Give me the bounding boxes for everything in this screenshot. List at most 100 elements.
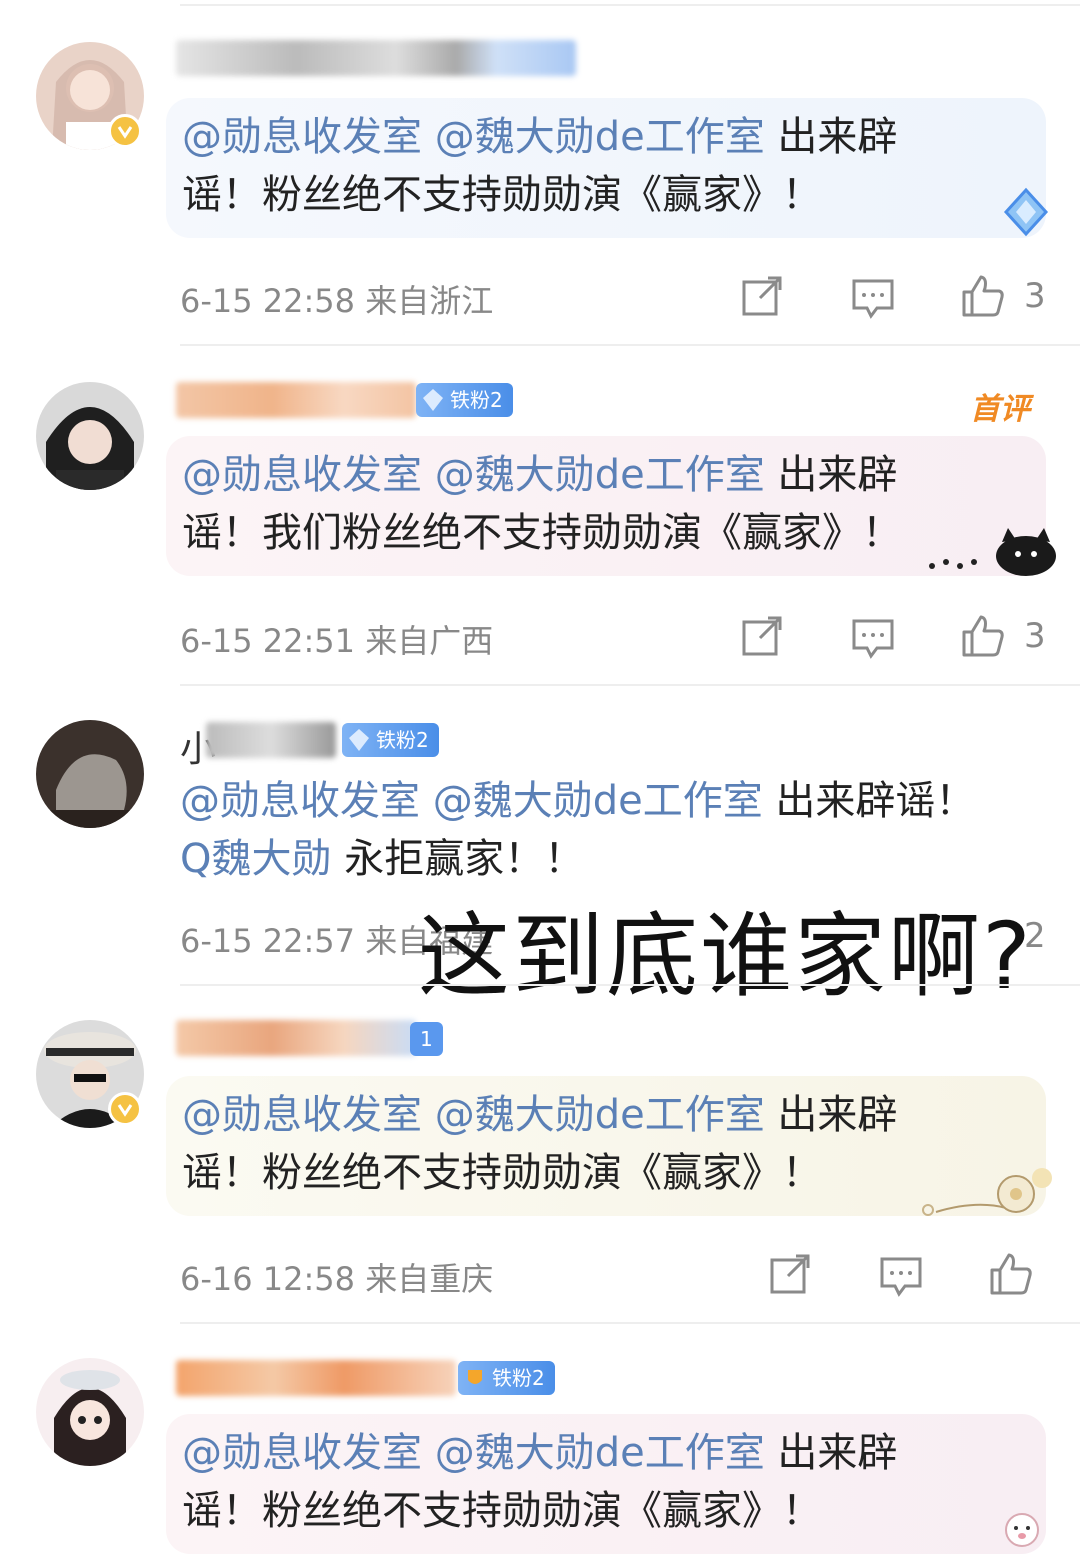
username-blurred[interactable]	[176, 1360, 456, 1396]
timestamp: 6-15 22:58	[180, 282, 356, 320]
fan-level-icon	[423, 389, 443, 411]
overlay-caption: 这到底谁家啊?	[418, 903, 1033, 1010]
mention-link[interactable]: @魏大勋de工作室	[435, 452, 765, 498]
text-span	[422, 1430, 435, 1476]
search-topic-link[interactable]: Q魏大勋	[180, 836, 331, 882]
like-button[interactable]	[961, 614, 1005, 658]
text-span	[422, 114, 435, 160]
comment-bubble: @勋息收发室 @魏大勋de工作室 出来辟 谣！粉丝绝不支持勋勋演《赢家》！	[166, 1414, 1046, 1554]
share-button[interactable]	[768, 1252, 812, 1296]
comment-icon	[852, 279, 894, 319]
comment-button[interactable]	[851, 276, 895, 320]
text-span: 出来辟	[764, 1430, 898, 1476]
fan-level-badge: 铁粉2	[342, 723, 439, 757]
timestamp: 6-16 12:58	[180, 1260, 356, 1298]
flower-decoration-icon	[922, 1168, 1052, 1216]
comment-line: 谣！粉丝绝不支持勋勋演《赢家》！	[182, 1144, 1026, 1202]
verified-v-icon	[117, 126, 133, 139]
text-span: 谣！粉丝绝不支持勋勋演《赢家》！	[182, 172, 822, 218]
share-button[interactable]	[740, 614, 784, 658]
text-span: 出来辟	[764, 114, 898, 160]
divider	[180, 984, 1080, 986]
text-span: 谣！粉丝绝不支持勋勋演《赢家》！	[182, 1488, 822, 1534]
divider	[180, 684, 1080, 686]
text-span: 谣！我们粉丝绝不支持勋勋演《赢家》！	[182, 510, 902, 556]
comment-bubble: @勋息收发室 @魏大勋de工作室 出来辟 谣！粉丝绝不支持勋勋演《赢家》！	[166, 1076, 1046, 1216]
text-span: 永拒赢家！！	[331, 836, 585, 882]
comment-meta: 6-16 12:58 来自重庆	[180, 1254, 493, 1300]
mention-link[interactable]: @勋息收发室	[182, 114, 422, 160]
text-span: 出来辟	[764, 452, 898, 498]
comment-line: 谣！粉丝绝不支持勋勋演《赢家》！	[182, 1482, 1026, 1540]
share-button[interactable]	[740, 274, 784, 318]
avatar[interactable]	[36, 720, 144, 828]
text-span: 出来辟	[764, 1092, 898, 1138]
verified-v-icon	[117, 1104, 133, 1117]
timestamp: 6-15 22:51	[180, 622, 356, 660]
like-count: 3	[1024, 616, 1046, 656]
share-icon	[742, 616, 782, 656]
comment-meta: 6-15 22:51 来自广西	[180, 616, 493, 662]
fan-level-icon	[468, 1370, 482, 1384]
comment-bubble: @勋息收发室 @魏大勋de工作室 出来辟 谣！我们粉丝绝不支持勋勋演《赢家》！	[166, 436, 1046, 576]
mention-link[interactable]: @勋息收发室	[180, 778, 420, 824]
timestamp: 6-15 22:57	[180, 922, 356, 960]
comment-line: @勋息收发室 @魏大勋de工作室 出来辟	[182, 108, 1026, 166]
username-blurred[interactable]	[206, 722, 336, 758]
ip-location: 来自浙江	[365, 282, 494, 320]
comment-line: @勋息收发室 @魏大勋de工作室 出来辟	[182, 1424, 1026, 1482]
black-cat-decoration-icon	[929, 528, 1056, 576]
avatar[interactable]	[36, 382, 144, 490]
comment-line: Q魏大勋 永拒赢家！！	[180, 830, 975, 888]
diamond-decoration-icon	[1003, 187, 1049, 237]
username-blurred[interactable]	[176, 382, 416, 418]
comment-button[interactable]	[879, 1254, 923, 1298]
divider	[180, 4, 1080, 6]
thumbs-up-icon	[990, 1253, 1032, 1295]
thumbs-up-icon	[962, 615, 1004, 657]
text-span	[422, 452, 435, 498]
mention-link[interactable]: @勋息收发室	[182, 452, 422, 498]
username-blurred[interactable]	[176, 1020, 416, 1056]
comment-line: 谣！我们粉丝绝不支持勋勋演《赢家》！	[182, 504, 1026, 562]
avatar[interactable]	[36, 1358, 144, 1466]
mention-link[interactable]: @魏大勋de工作室	[435, 114, 765, 160]
comment-body: @勋息收发室 @魏大勋de工作室 出来辟谣！ Q魏大勋 永拒赢家！！	[180, 772, 975, 888]
fan-level-badge: 1	[410, 1022, 443, 1056]
divider	[180, 344, 1080, 346]
fan-level-badge: 铁粉2	[458, 1361, 555, 1395]
text-span	[422, 1092, 435, 1138]
puppy-decoration-icon	[1005, 1513, 1039, 1547]
comment-line: @勋息收发室 @魏大勋de工作室 出来辟	[182, 446, 1026, 504]
like-count: 3	[1024, 276, 1046, 316]
like-button[interactable]	[989, 1252, 1033, 1296]
first-comment-tag: 首评	[970, 392, 1030, 427]
fan-level-badge: 铁粉2	[416, 383, 513, 417]
text-span: 谣！粉丝绝不支持勋勋演《赢家》！	[182, 1150, 822, 1196]
mention-link[interactable]: @魏大勋de工作室	[435, 1092, 765, 1138]
comment-bubble: @勋息收发室 @魏大勋de工作室 出来辟 谣！粉丝绝不支持勋勋演《赢家》！	[166, 98, 1046, 238]
share-icon	[770, 1254, 810, 1294]
comment-line: @勋息收发室 @魏大勋de工作室 出来辟谣！	[180, 772, 975, 830]
comment-line: 谣！粉丝绝不支持勋勋演《赢家》！	[182, 166, 1026, 224]
text-span: 出来辟谣！	[762, 778, 976, 824]
like-button[interactable]	[961, 274, 1005, 318]
mention-link[interactable]: @魏大勋de工作室	[433, 778, 763, 824]
fan-level-icon	[349, 729, 369, 751]
verified-badge	[108, 114, 142, 148]
username-blurred[interactable]	[176, 40, 576, 76]
comment-icon	[880, 1257, 922, 1297]
comment-meta: 6-15 22:58 来自浙江	[180, 276, 493, 322]
comment-line: @勋息收发室 @魏大勋de工作室 出来辟	[182, 1086, 1026, 1144]
mention-link[interactable]: @魏大勋de工作室	[435, 1430, 765, 1476]
text-span	[420, 778, 433, 824]
divider	[180, 1322, 1080, 1324]
comment-button[interactable]	[851, 616, 895, 660]
thumbs-up-icon	[962, 275, 1004, 317]
mention-link[interactable]: @勋息收发室	[182, 1092, 422, 1138]
share-icon	[742, 276, 782, 316]
comment-icon	[852, 619, 894, 659]
verified-badge	[108, 1092, 142, 1126]
ip-location: 来自重庆	[365, 1260, 494, 1298]
mention-link[interactable]: @勋息收发室	[182, 1430, 422, 1476]
